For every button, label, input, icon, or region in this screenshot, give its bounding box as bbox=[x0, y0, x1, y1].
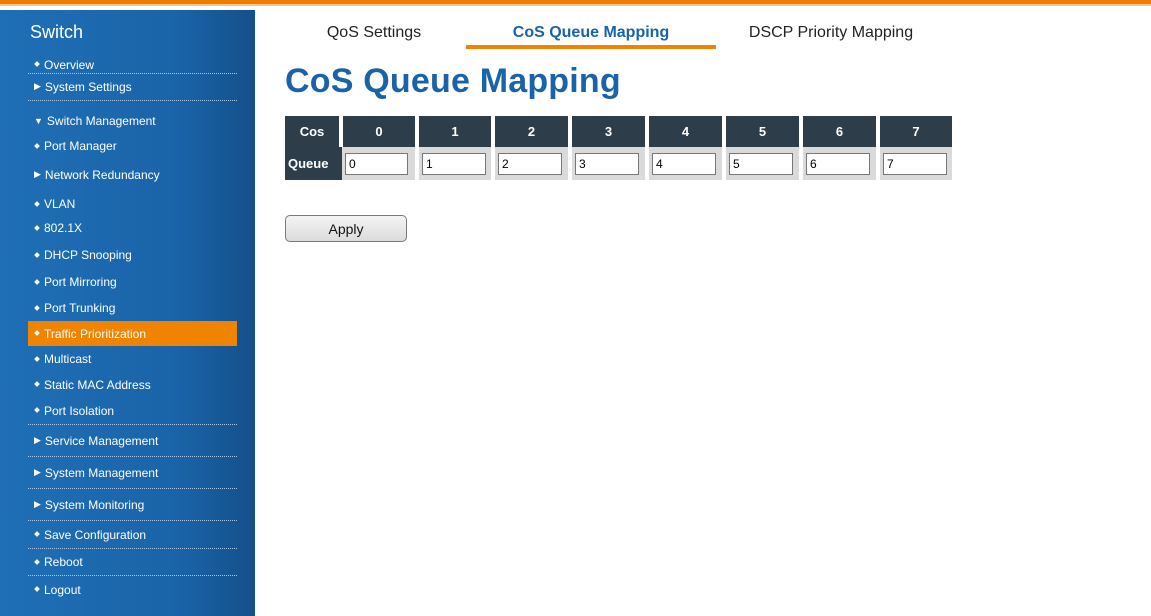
cos-value-header: 5 bbox=[724, 116, 803, 147]
sidebar-item-label: Port Isolation bbox=[44, 403, 115, 418]
bullet-icon bbox=[34, 200, 40, 207]
sidebar-item-label: DHCP Snooping bbox=[44, 248, 132, 262]
bullet-icon bbox=[34, 304, 40, 311]
bullet-icon bbox=[34, 558, 40, 565]
queue-input-cos-5[interactable] bbox=[729, 152, 793, 175]
tab-qos-settings[interactable]: QoS Settings bbox=[283, 18, 465, 48]
sidebar: Switch Overview ▶ System Settings ▼ Switch… bbox=[0, 10, 255, 616]
sidebar-item-label: Network Redundancy bbox=[44, 168, 160, 182]
queue-input-cos-4[interactable] bbox=[652, 152, 716, 175]
cos-value-header: 6 bbox=[801, 116, 880, 147]
sidebar-item-overview[interactable]: Overview bbox=[28, 56, 237, 74]
sidebar-item-label: Port Trunking bbox=[44, 301, 116, 315]
sidebar-item-label: VLAN bbox=[44, 197, 76, 211]
sidebar-menu: Switch Overview ▶ System Settings ▼ Switch… bbox=[28, 10, 237, 603]
queue-input-cos-7[interactable] bbox=[883, 152, 947, 175]
triangle-right-icon: ▶ bbox=[34, 169, 41, 180]
queue-cell bbox=[417, 147, 495, 180]
brand-title: Switch bbox=[30, 22, 84, 42]
cos-value-header: 3 bbox=[570, 116, 649, 147]
bullet-icon bbox=[34, 531, 40, 538]
queue-input-cos-3[interactable] bbox=[575, 152, 639, 175]
sidebar-item-vlan[interactable]: VLAN bbox=[28, 193, 237, 215]
queue-input-cos-1[interactable] bbox=[422, 152, 486, 175]
cos-header-row: Cos 0 1 2 3 4 5 6 7 bbox=[285, 116, 952, 147]
apply-button[interactable]: Apply bbox=[285, 215, 407, 242]
bullet-icon bbox=[34, 330, 40, 337]
queue-cell bbox=[878, 147, 952, 180]
queue-cell bbox=[570, 147, 649, 180]
bullet-icon bbox=[34, 586, 40, 593]
triangle-down-icon: ▼ bbox=[34, 115, 43, 126]
queue-cell bbox=[647, 147, 726, 180]
triangle-right-icon: ▶ bbox=[34, 466, 41, 477]
sidebar-item-port-isolation[interactable]: Port Isolation bbox=[28, 397, 237, 425]
cos-value-header: 4 bbox=[647, 116, 726, 147]
sidebar-item-system-monitoring[interactable]: ▶ System Monitoring bbox=[28, 489, 237, 521]
top-accent-line bbox=[0, 4, 1151, 6]
cos-queue-table: Cos 0 1 2 3 4 5 6 7 Queue bbox=[285, 116, 952, 180]
sidebar-item-label: System Management bbox=[44, 465, 159, 480]
sidebar-item-reboot[interactable]: Reboot bbox=[28, 549, 237, 576]
sidebar-item-traffic-prioritization[interactable]: Traffic Prioritization bbox=[28, 321, 237, 346]
page-title: CoS Queue Mapping bbox=[285, 62, 621, 100]
queue-input-cos-0[interactable] bbox=[345, 152, 408, 175]
sidebar-item-label: System Monitoring bbox=[44, 497, 145, 512]
sidebar-item-label: Save Configuration bbox=[44, 527, 147, 542]
sidebar-item-system-management[interactable]: ▶ System Management bbox=[28, 457, 237, 489]
queue-input-cos-6[interactable] bbox=[806, 152, 870, 175]
bullet-icon bbox=[34, 407, 40, 414]
sidebar-item-multicast[interactable]: Multicast bbox=[28, 346, 237, 372]
sidebar-item-label: Port Mirroring bbox=[44, 275, 117, 289]
sidebar-item-system-settings[interactable]: ▶ System Settings bbox=[28, 74, 237, 101]
queue-input-cos-2[interactable] bbox=[498, 152, 562, 175]
triangle-right-icon: ▶ bbox=[34, 434, 41, 445]
queue-row: Queue bbox=[285, 147, 952, 180]
sidebar-item-label: Logout bbox=[44, 582, 81, 597]
bullet-icon bbox=[34, 142, 40, 149]
cos-row-header: Cos bbox=[285, 116, 343, 147]
cos-value-header: 7 bbox=[878, 116, 952, 147]
sidebar-item-label: 802.1X bbox=[44, 221, 83, 235]
triangle-right-icon: ▶ bbox=[34, 498, 41, 509]
sidebar-item-label: Traffic Prioritization bbox=[44, 326, 147, 341]
sidebar-item-logout[interactable]: Logout bbox=[28, 576, 237, 603]
bullet-icon bbox=[34, 61, 40, 68]
cos-value-header: 2 bbox=[493, 116, 572, 147]
sidebar-item-label: Reboot bbox=[44, 555, 83, 569]
sidebar-item-8021x[interactable]: 802.1X bbox=[28, 215, 237, 241]
bullet-icon bbox=[34, 224, 40, 231]
sidebar-item-service-management[interactable]: ▶ Service Management bbox=[28, 425, 237, 457]
queue-cell bbox=[724, 147, 803, 180]
bullet-icon bbox=[34, 355, 40, 362]
bullet-icon bbox=[34, 381, 40, 388]
queue-cell bbox=[801, 147, 880, 180]
sidebar-item-label: System Settings bbox=[44, 80, 132, 94]
sidebar-item-switch-management[interactable]: ▼ Switch Management bbox=[28, 101, 237, 135]
cos-value-header: 0 bbox=[341, 116, 419, 147]
triangle-right-icon: ▶ bbox=[34, 81, 41, 92]
sidebar-item-static-mac-address[interactable]: Static MAC Address bbox=[28, 372, 237, 397]
sidebar-item-label: Port Manager bbox=[44, 139, 117, 153]
sidebar-item-dhcp-snooping[interactable]: DHCP Snooping bbox=[28, 241, 237, 269]
sidebar-item-label: Static MAC Address bbox=[44, 377, 151, 392]
sidebar-item-label: Service Management bbox=[44, 433, 159, 448]
queue-cell bbox=[341, 147, 419, 180]
tab-cos-queue-mapping[interactable]: CoS Queue Mapping bbox=[466, 18, 716, 49]
sidebar-item-label: Switch Management bbox=[46, 113, 156, 128]
sidebar-item-port-trunking[interactable]: Port Trunking bbox=[28, 295, 237, 321]
queue-row-header: Queue bbox=[285, 147, 342, 180]
sidebar-item-port-manager[interactable]: Port Manager bbox=[28, 135, 237, 157]
bullet-icon bbox=[34, 278, 40, 285]
sidebar-item-label: Overview bbox=[44, 57, 95, 72]
queue-cell bbox=[493, 147, 572, 180]
sidebar-item-label: Multicast bbox=[44, 352, 92, 366]
cos-value-header: 1 bbox=[417, 116, 495, 147]
sidebar-item-network-redundancy[interactable]: ▶ Network Redundancy bbox=[28, 157, 237, 193]
sidebar-item-port-mirroring[interactable]: Port Mirroring bbox=[28, 269, 237, 295]
bullet-icon bbox=[34, 251, 40, 258]
tab-dscp-priority-mapping[interactable]: DSCP Priority Mapping bbox=[716, 18, 946, 48]
sidebar-item-save-configuration[interactable]: Save Configuration bbox=[28, 521, 237, 549]
